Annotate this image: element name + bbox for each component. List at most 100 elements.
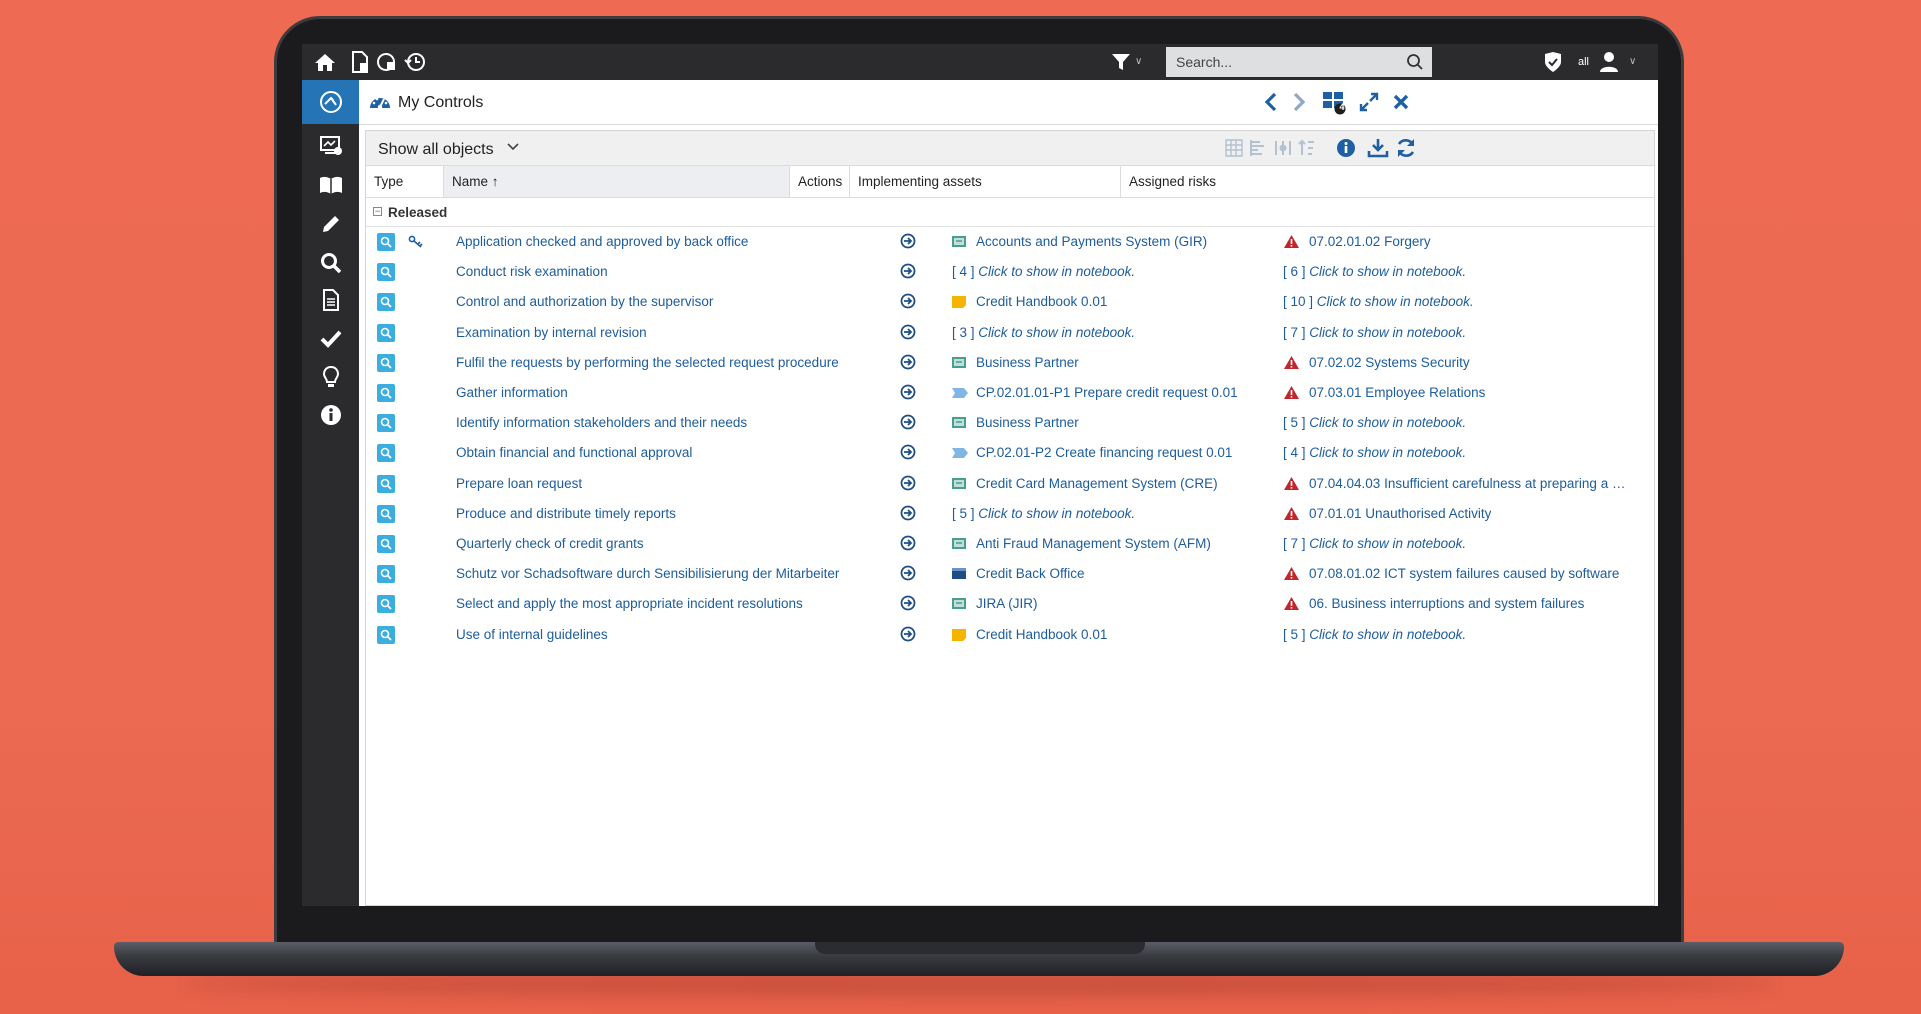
implementing-asset-link[interactable]: Anti Fraud Management System (AFM) — [976, 536, 1211, 551]
open-action-icon[interactable] — [900, 263, 918, 281]
column-settings-icon[interactable] — [1271, 137, 1295, 159]
chevron-down-icon[interactable]: ∨ — [1629, 56, 1636, 67]
control-type-icon[interactable] — [377, 353, 395, 372]
search-box[interactable] — [1166, 47, 1432, 77]
table-row[interactable]: Select and apply the most appropriate in… — [366, 589, 1654, 619]
risks-notebook-link[interactable]: [ 4 ] Click to show in notebook. — [1283, 445, 1466, 460]
table-row[interactable]: Prepare loan request Credit Card Manageme… — [366, 469, 1654, 499]
risks-notebook-link[interactable]: [ 10 ] Click to show in notebook. — [1283, 294, 1474, 309]
control-name-link[interactable]: Use of internal guidelines — [456, 627, 608, 642]
assets-notebook-link[interactable]: [ 3 ] Click to show in notebook. — [952, 325, 1135, 340]
implementing-asset-link[interactable]: Credit Handbook 0.01 — [976, 294, 1107, 309]
column-header-type[interactable]: Type — [366, 166, 444, 197]
control-name-link[interactable]: Schutz vor Schadsoftware durch Sensibili… — [456, 566, 839, 581]
object-filter-select[interactable]: Show all objects — [378, 141, 494, 159]
table-row[interactable]: Conduct risk examination [ 4 ] Click to s… — [366, 257, 1654, 287]
control-name-link[interactable]: Fulfil the requests by performing the se… — [456, 355, 839, 370]
control-type-icon[interactable] — [377, 535, 395, 553]
control-name-link[interactable]: Identify information stakeholders and th… — [456, 415, 747, 430]
table-row[interactable]: Fulfil the requests by performing the se… — [366, 348, 1654, 378]
control-type-icon[interactable] — [377, 595, 395, 614]
risks-notebook-link[interactable]: [ 5 ] Click to show in notebook. — [1283, 415, 1466, 430]
close-button[interactable] — [1387, 88, 1415, 116]
control-type-icon[interactable] — [377, 474, 395, 493]
implementing-asset-link[interactable]: Credit Handbook 0.01 — [976, 627, 1107, 642]
new-document-icon[interactable] — [347, 50, 373, 74]
open-action-icon[interactable] — [900, 354, 918, 372]
risks-notebook-link[interactable]: [ 6 ] Click to show in notebook. — [1283, 264, 1466, 279]
collapse-icon[interactable]: − — [373, 207, 382, 216]
open-action-icon[interactable] — [900, 626, 918, 644]
implementing-asset-link[interactable]: Accounts and Payments System (GIR) — [976, 234, 1207, 249]
maximize-button[interactable] — [1355, 88, 1383, 116]
group-header-released[interactable]: − Released — [366, 198, 1654, 227]
assigned-risk-link[interactable]: 06. Business interruptions and system fa… — [1309, 596, 1584, 611]
control-name-link[interactable]: Produce and distribute timely reports — [456, 506, 676, 521]
control-type-icon[interactable] — [377, 384, 395, 402]
implementing-asset-link[interactable]: Business Partner — [976, 415, 1079, 430]
assigned-risk-link[interactable]: 07.01.01 Unauthorised Activity — [1309, 506, 1491, 521]
sidebar-item-info[interactable] — [302, 393, 359, 437]
column-header-actions[interactable]: Actions — [790, 166, 850, 197]
implementing-asset-link[interactable]: Business Partner — [976, 355, 1079, 370]
home-icon[interactable] — [312, 50, 338, 74]
chevron-down-icon[interactable] — [506, 139, 520, 158]
open-action-icon[interactable] — [900, 595, 918, 613]
table-row[interactable]: Use of internal guidelines Credit Handboo… — [366, 620, 1654, 650]
grid-view-icon[interactable] — [1222, 137, 1246, 159]
open-action-icon[interactable] — [900, 233, 918, 251]
table-row[interactable]: Gather information CP.02.01.01-P1 Prepare… — [366, 378, 1654, 408]
control-name-link[interactable]: Quarterly check of credit grants — [456, 536, 644, 551]
open-action-icon[interactable] — [900, 475, 918, 493]
open-action-icon[interactable] — [900, 324, 918, 342]
sidebar-item-tasks[interactable] — [302, 316, 359, 360]
risks-notebook-link[interactable]: [ 5 ] Click to show in notebook. — [1283, 627, 1466, 642]
table-row[interactable]: Identify information stakeholders and th… — [366, 408, 1654, 438]
download-icon[interactable] — [1366, 137, 1390, 159]
table-row[interactable]: Examination by internal revision [ 3 ] Cl… — [366, 318, 1654, 348]
shield-icon[interactable] — [1540, 50, 1566, 74]
open-windows-button[interactable]: 4 — [1320, 88, 1348, 116]
search-input[interactable] — [1166, 53, 1398, 71]
recent-objects-icon[interactable] — [374, 50, 400, 74]
user-icon[interactable] — [1596, 50, 1622, 74]
implementing-asset-link[interactable]: CP.02.01-P2 Create financing request 0.0… — [976, 445, 1232, 460]
control-name-link[interactable]: Select and apply the most appropriate in… — [456, 596, 803, 611]
control-type-icon[interactable] — [377, 293, 395, 312]
table-row[interactable]: Application checked and approved by back… — [366, 227, 1654, 257]
control-type-icon[interactable] — [377, 263, 395, 282]
risks-notebook-link[interactable]: [ 7 ] Click to show in notebook. — [1283, 325, 1466, 340]
control-name-link[interactable]: Obtain financial and functional approval — [456, 445, 692, 460]
history-icon[interactable] — [402, 50, 428, 74]
control-name-link[interactable]: Gather information — [456, 385, 568, 400]
implementing-asset-link[interactable]: JIRA (JIR) — [976, 596, 1038, 611]
assigned-risk-link[interactable]: 07.02.02 Systems Security — [1309, 355, 1470, 370]
control-name-link[interactable]: Control and authorization by the supervi… — [456, 294, 713, 309]
column-header-implementing-assets[interactable]: Implementing assets — [850, 166, 1121, 197]
open-action-icon[interactable] — [900, 505, 918, 523]
control-name-link[interactable]: Conduct risk examination — [456, 264, 608, 279]
control-type-icon[interactable] — [377, 504, 395, 523]
sort-icon[interactable] — [1295, 137, 1319, 159]
table-row[interactable]: Control and authorization by the supervi… — [366, 287, 1654, 317]
assets-notebook-link[interactable]: [ 5 ] Click to show in notebook. — [952, 506, 1135, 521]
table-row[interactable]: Quarterly check of credit grants Anti Fra… — [366, 529, 1654, 559]
table-row[interactable]: Obtain financial and functional approval… — [366, 438, 1654, 468]
align-icon[interactable] — [1246, 137, 1270, 159]
open-action-icon[interactable] — [900, 565, 918, 583]
column-header-name[interactable]: Name ↑ — [444, 166, 790, 197]
back-button[interactable] — [1257, 88, 1285, 116]
filter-icon[interactable] — [1108, 50, 1134, 74]
forward-button[interactable] — [1285, 88, 1313, 116]
sidebar-item-library[interactable] — [302, 163, 359, 207]
open-action-icon[interactable] — [900, 293, 918, 311]
risks-notebook-link[interactable]: [ 7 ] Click to show in notebook. — [1283, 536, 1466, 551]
control-name-link[interactable]: Prepare loan request — [456, 476, 582, 491]
sidebar-item-monitoring[interactable] — [302, 124, 359, 168]
control-type-icon[interactable] — [377, 565, 395, 584]
assigned-risk-link[interactable]: 07.08.01.02 ICT system failures caused b… — [1309, 566, 1619, 581]
refresh-icon[interactable] — [1394, 137, 1418, 159]
control-type-icon[interactable] — [377, 625, 395, 644]
table-row[interactable]: Produce and distribute timely reports [ 5… — [366, 499, 1654, 529]
control-type-icon[interactable] — [377, 444, 395, 463]
